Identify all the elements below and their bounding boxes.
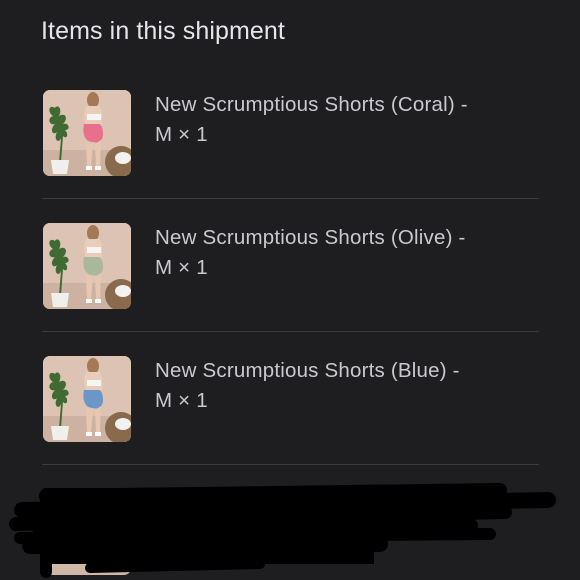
shipment-item[interactable]: New Scrumptious Shorts (Olive) - M × 1: [0, 199, 580, 332]
shipment-screen: Items in this shipment New Scrumptious S…: [0, 0, 580, 580]
shipment-item[interactable]: New Scrumptious Shorts (Coral) - M × 1: [0, 66, 580, 199]
product-thumbnail[interactable]: [43, 223, 131, 309]
item-title[interactable]: New Scrumptious Shorts (Blue) - M × 1: [155, 356, 555, 416]
item-name: New Scrumptious Shorts (Olive) -: [155, 226, 466, 249]
product-thumbnail[interactable]: [43, 356, 131, 442]
redaction-scribble: [9, 483, 556, 578]
item-title[interactable]: New Scrumptious Shorts (Coral) - M × 1: [155, 90, 555, 150]
item-variant-quantity: M × 1: [155, 256, 208, 279]
shipment-item[interactable]: New Scrumptious Shorts (Blue) - M × 1: [0, 332, 580, 465]
product-thumbnail[interactable]: [43, 90, 131, 176]
item-name: New Scrumptious Shorts (Coral) -: [155, 93, 468, 116]
item-variant-quantity: M × 1: [155, 389, 208, 412]
item-name: New Scrumptious Shorts (Blue) -: [155, 359, 460, 382]
item-title[interactable]: New Scrumptious Shorts (Olive) - M × 1: [155, 223, 555, 283]
item-variant-quantity: M × 1: [155, 123, 208, 146]
section-title: Items in this shipment: [41, 17, 285, 45]
